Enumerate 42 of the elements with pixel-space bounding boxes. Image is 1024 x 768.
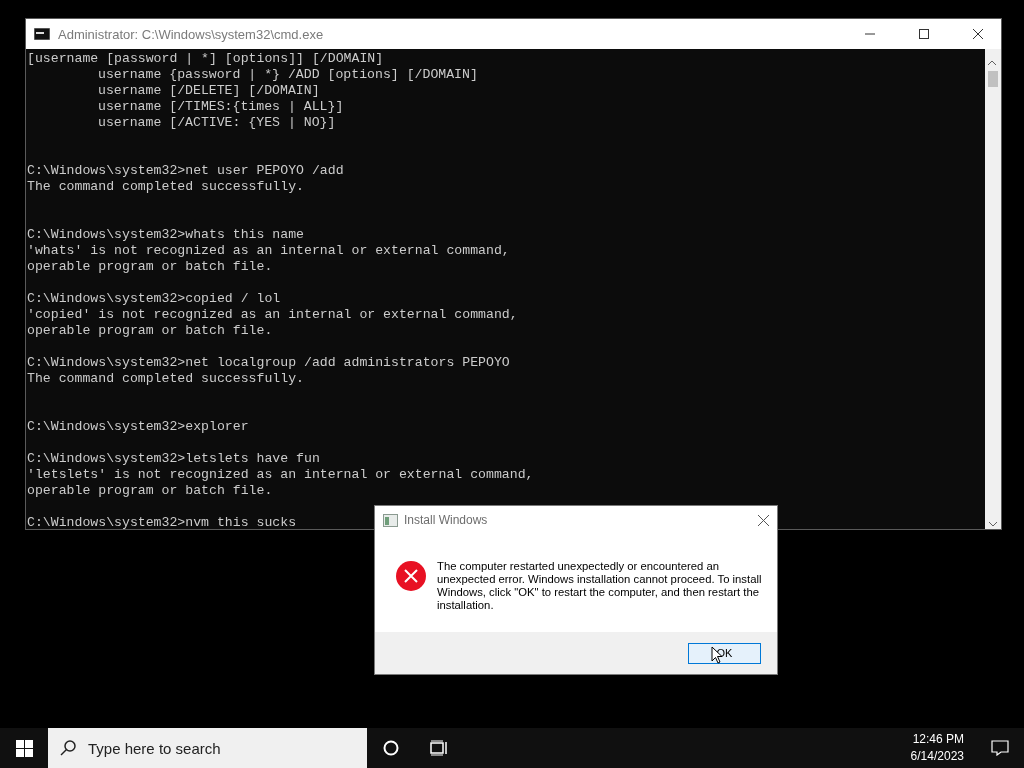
close-icon[interactable] — [758, 514, 769, 526]
console-line: C:\Windows\system32>whats this name — [27, 227, 304, 242]
dialog-title: Install Windows — [404, 513, 489, 527]
console-line: C:\Windows\system32>net user PEPOYO /add — [27, 163, 344, 178]
error-message: The computer restarted unexpectedly or encountered an unexpected error. Windows installation cannot proceed. To install Windows, click "OK" to restart the computer, and then restart the installation. — [437, 560, 763, 613]
console-line: C:\Windows\system32>net localgroup /add administrators PEPOYO — [27, 355, 510, 370]
error-icon — [395, 560, 427, 592]
scroll-down-icon[interactable] — [989, 522, 997, 527]
console-icon — [34, 28, 50, 40]
windows-logo-icon[interactable] — [15, 739, 33, 757]
speech-bubble-icon[interactable] — [991, 740, 1009, 756]
close-icon[interactable] — [973, 29, 983, 39]
console-line: [username [password | *] [options]] [/DOMAIN] — [27, 51, 384, 66]
console-line: C:\Windows\system32>letslets have fun — [27, 451, 320, 466]
console-line: 'copied' is not recognized as an internal or external command, — [27, 307, 518, 322]
console-line: username [/DELETE] [/DOMAIN] — [98, 83, 320, 98]
scroll-up-icon[interactable] — [988, 60, 996, 65]
console-line: C:\Windows\system32>nvm this sucks — [27, 515, 297, 529]
clock-time[interactable]: 12:46 PM — [912, 731, 964, 748]
console-line: The command completed successfully. — [27, 179, 304, 194]
search-icon — [60, 740, 76, 756]
console-line: 'letslets' is not recognized as an internal or external command, — [27, 467, 534, 482]
console-line: operable program or batch file. — [27, 323, 273, 338]
task-view-icon[interactable] — [430, 740, 448, 756]
console-line: operable program or batch file. — [27, 483, 273, 498]
console-line: 'whats' is not recognized as an internal or external command, — [27, 243, 510, 258]
console-line: C:\Windows\system32>explorer — [27, 419, 249, 434]
window-title: Administrator: C:\Windows\system32\cmd.exe — [58, 26, 325, 42]
console-line: username [/TIMES:{times | ALL}] — [98, 99, 344, 114]
console-line: username {password | *} /ADD [options] [/DOMAIN] — [98, 67, 478, 82]
search-field[interactable]: Type here to search — [48, 728, 367, 768]
console-line: username [/ACTIVE: {YES | NO}] — [98, 115, 336, 130]
scrollbar[interactable] — [985, 49, 1001, 529]
clock-date[interactable]: 6/14/2023 — [910, 748, 964, 765]
scroll-thumb[interactable] — [988, 71, 998, 87]
console-line: operable program or batch file. — [27, 259, 273, 274]
search-input[interactable]: Type here to search — [86, 738, 367, 758]
console-line: The command completed successfully. — [27, 371, 304, 386]
setup-icon — [383, 513, 398, 527]
circle-icon[interactable] — [383, 740, 399, 756]
console-line: C:\Windows\system32>copied / lol — [27, 291, 281, 306]
maximize-icon[interactable] — [919, 29, 929, 39]
